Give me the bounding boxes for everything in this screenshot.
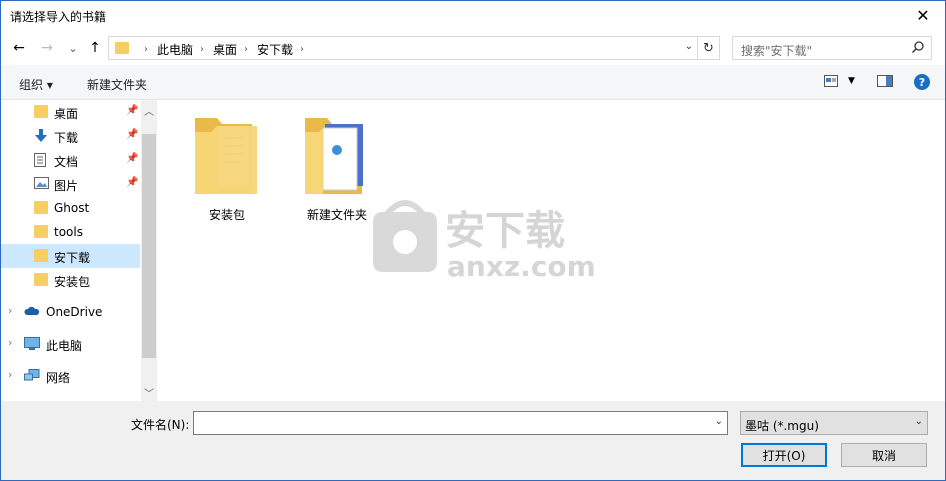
sidebar-item-tools[interactable]: tools [0, 220, 140, 244]
computer-icon [24, 337, 40, 350]
search-icon[interactable] [911, 40, 925, 58]
filename-label: 文件名(N): [131, 418, 190, 432]
chevron-right-icon[interactable]: › [8, 368, 12, 381]
sidebar-item-anzhuangbao[interactable]: 安装包 [0, 268, 140, 292]
breadcrumb-item[interactable]: 桌面 [213, 41, 237, 58]
sidebar-item-label: 安下载 [54, 251, 91, 265]
help-icon[interactable]: ? [914, 74, 930, 90]
sidebar-item-label: Ghost [54, 201, 90, 215]
sidebar-item-label: 图片 [54, 179, 79, 193]
file-type-value: 墨咕 (*.mgu) [745, 419, 819, 433]
pin-icon: 📌 [126, 105, 139, 116]
breadcrumb-item[interactable]: 此电脑 [157, 41, 193, 58]
sidebar-item-downloads[interactable]: 下载 📌 [0, 124, 140, 148]
sidebar-item-desktop[interactable]: 桌面 📌 [0, 100, 140, 124]
close-icon[interactable]: ✕ [900, 0, 946, 31]
breadcrumb-item[interactable]: 安下载 [257, 41, 293, 58]
file-type-select[interactable]: 墨咕 (*.mgu) ⌄ [740, 411, 928, 435]
chevron-right-icon: › [300, 44, 305, 55]
sidebar-item-this-pc[interactable]: › 此电脑 [0, 332, 140, 356]
sidebar-item-label: 安装包 [54, 275, 91, 289]
open-button[interactable]: 打开(O) [741, 443, 827, 467]
cancel-button[interactable]: 取消 [841, 443, 927, 467]
sidebar-item-anxiazai[interactable]: 安下载 [0, 244, 140, 268]
chevron-down-icon[interactable]: ⌄ [685, 41, 693, 52]
pin-icon: 📌 [126, 153, 139, 164]
chevron-right-icon: › [144, 44, 148, 55]
chevron-right-icon: › [244, 44, 249, 55]
file-item-new-folder[interactable]: 新建文件夹 [293, 114, 381, 224]
preview-pane-icon[interactable] [877, 74, 893, 91]
window-title: 请选择导入的书籍 [10, 10, 107, 24]
up-arrow-icon[interactable]: ↑ [86, 39, 104, 57]
navigation-pane: 桌面 📌 下载 📌 文档 📌 图片 📌 Ghost tools 安下载 安装包 [0, 100, 157, 401]
chevron-down-icon[interactable]: ﹀ [141, 384, 157, 400]
search-placeholder: 搜索"安下载" [741, 44, 813, 58]
organize-menu[interactable]: 组织 ▾ [19, 76, 53, 93]
file-name: 新建文件夹 [306, 208, 367, 222]
folder-icon [34, 105, 48, 118]
back-arrow-icon[interactable]: ← [10, 39, 28, 57]
breadcrumb: › 此电脑 › 桌面 › 安下载 › [137, 41, 313, 58]
file-list[interactable]: 安装包 新建文件夹 [157, 100, 946, 401]
network-icon [24, 369, 40, 382]
address-bar[interactable]: › 此电脑 › 桌面 › 安下载 › ⌄ ↻ [108, 36, 720, 60]
folder-icon [34, 273, 48, 286]
file-item-anzhuangbao[interactable]: 安装包 [183, 114, 271, 224]
sidebar-item-label: 桌面 [54, 107, 79, 121]
sidebar-item-network[interactable]: › 网络 [0, 364, 140, 388]
sidebar-item-label: tools [54, 225, 83, 239]
cloud-icon [24, 305, 40, 318]
recent-locations-icon[interactable]: ⌄ [64, 39, 82, 57]
chevron-up-icon[interactable]: ︿ [141, 102, 157, 118]
folder-icon [34, 225, 48, 238]
chevron-right-icon[interactable]: › [8, 304, 12, 317]
sidebar-item-label: 网络 [46, 371, 71, 385]
folder-icon [34, 249, 48, 262]
pin-icon: 📌 [126, 177, 139, 188]
search-input[interactable]: 搜索"安下载" [732, 36, 932, 60]
forward-arrow-icon[interactable]: → [38, 39, 56, 57]
pin-icon: 📌 [126, 129, 139, 140]
picture-icon [34, 177, 49, 190]
new-folder-button[interactable]: 新建文件夹 [87, 76, 147, 93]
sidebar-item-pictures[interactable]: 图片 📌 [0, 172, 140, 196]
sidebar-item-ghost[interactable]: Ghost [0, 196, 140, 220]
sidebar-item-label: 文档 [54, 155, 79, 169]
sidebar-item-documents[interactable]: 文档 📌 [0, 148, 140, 172]
refresh-icon[interactable]: ↻ [697, 37, 719, 59]
filename-field[interactable]: ⌄ [193, 411, 728, 435]
sidebar-item-onedrive[interactable]: › OneDrive [0, 300, 140, 324]
sidebar-scrollbar[interactable]: ︿ ﹀ [141, 100, 157, 401]
navigation-bar: ← → ⌄ ↑ › 此电脑 › 桌面 › 安下载 › ⌄ ↻ 搜索"安下载" [0, 31, 946, 65]
sidebar-item-label: 下载 [54, 131, 79, 145]
title-bar: 请选择导入的书籍 ✕ [0, 0, 946, 31]
file-name: 安装包 [208, 208, 245, 222]
chevron-down-icon[interactable]: ▼ [848, 76, 855, 86]
document-icon [34, 153, 48, 167]
scrollbar-thumb[interactable] [142, 134, 156, 358]
command-bar: 组织 ▾ 新建文件夹 ▼ ? [0, 65, 946, 100]
folder-icon [115, 42, 129, 54]
dialog-footer: 文件名(N): ⌄ 墨咕 (*.mgu) ⌄ 打开(O) 取消 [0, 401, 946, 481]
folder-icon [34, 201, 48, 214]
chevron-down-icon[interactable]: ⌄ [715, 416, 723, 427]
chevron-down-icon[interactable]: ⌄ [915, 416, 923, 427]
sidebar-item-label: 此电脑 [46, 339, 83, 353]
view-options-icon[interactable] [824, 74, 840, 91]
sidebar-item-label: OneDrive [46, 305, 103, 319]
chevron-right-icon: › [200, 44, 205, 55]
download-arrow-icon [34, 129, 48, 142]
chevron-right-icon[interactable]: › [8, 336, 12, 349]
